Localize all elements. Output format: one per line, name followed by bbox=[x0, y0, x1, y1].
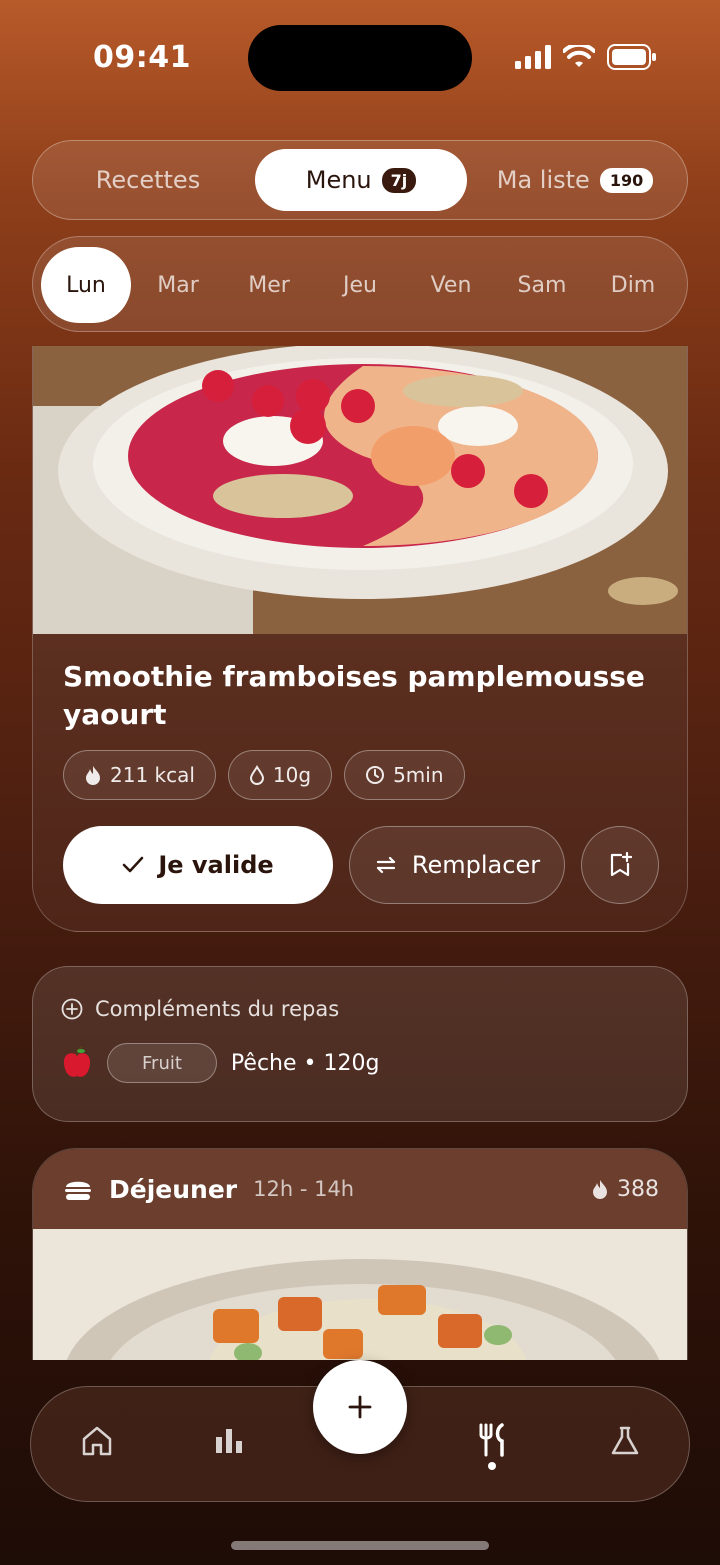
plus-icon bbox=[348, 1395, 372, 1419]
home-icon bbox=[82, 1426, 112, 1456]
day-ven[interactable]: Ven bbox=[406, 247, 496, 323]
tab-ma-liste-label: Ma liste bbox=[496, 166, 590, 194]
check-icon bbox=[123, 856, 144, 873]
validate-button-label: Je valide bbox=[158, 851, 274, 879]
burger-icon bbox=[65, 1181, 91, 1200]
bookmark-add-button[interactable] bbox=[581, 826, 659, 904]
clock-icon bbox=[366, 766, 385, 784]
chip-kcal: 211 kcal bbox=[63, 750, 216, 800]
complement-tag: Fruit bbox=[107, 1043, 217, 1083]
nav-lab[interactable] bbox=[605, 1421, 645, 1461]
tab-ma-liste[interactable]: Ma liste 190 bbox=[477, 149, 673, 211]
tab-menu-label: Menu bbox=[305, 166, 372, 194]
nav-stats[interactable] bbox=[209, 1421, 249, 1461]
complement-item[interactable]: Fruit Pêche • 120g bbox=[61, 1043, 379, 1083]
flask-icon bbox=[611, 1426, 639, 1455]
drop-icon bbox=[249, 765, 264, 785]
day-sam[interactable]: Sam bbox=[497, 247, 587, 323]
flame-icon bbox=[593, 1180, 607, 1199]
day-lun[interactable]: Lun bbox=[41, 247, 131, 323]
active-indicator-dot bbox=[488, 1462, 496, 1470]
plus-circle-icon bbox=[61, 998, 83, 1020]
top-tabs: Recettes Menu 7j Ma liste 190 bbox=[32, 140, 688, 220]
day-selector: Lun Mar Mer Jeu Ven Sam Dim bbox=[32, 236, 688, 332]
complement-value: Pêche • 120g bbox=[230, 1050, 380, 1076]
complements-header: Compléments du repas bbox=[61, 997, 339, 1021]
day-dim[interactable]: Dim bbox=[588, 247, 678, 323]
day-mar[interactable]: Mar bbox=[133, 247, 223, 323]
lunch-time: 12h - 14h bbox=[253, 1177, 355, 1201]
tab-recettes-label: Recettes bbox=[95, 166, 201, 194]
tab-recettes[interactable]: Recettes bbox=[53, 149, 243, 211]
wifi-icon bbox=[563, 45, 595, 67]
day-mer[interactable]: Mer bbox=[224, 247, 314, 323]
chip-fat: 10g bbox=[227, 750, 333, 800]
meal-chips: 211 kcal 10g 5min bbox=[63, 750, 465, 800]
home-indicator[interactable] bbox=[231, 1541, 489, 1550]
chip-time-value: 5min bbox=[393, 763, 444, 787]
flame-icon bbox=[86, 766, 100, 785]
complements-card[interactable]: Compléments du repas Fruit Pêche • 120g bbox=[32, 966, 688, 1122]
meal-card[interactable]: Smoothie framboises pamplemousse yaourt … bbox=[32, 346, 688, 932]
chip-kcal-value: 211 kcal bbox=[110, 763, 195, 787]
replace-button-label: Remplacer bbox=[411, 851, 541, 879]
complements-title: Compléments du repas bbox=[95, 997, 340, 1021]
bookmark-add-icon bbox=[610, 852, 632, 877]
status-icons bbox=[515, 44, 657, 70]
nav-menu[interactable] bbox=[473, 1421, 513, 1461]
fork-knife-icon bbox=[479, 1423, 504, 1457]
tab-menu[interactable]: Menu 7j bbox=[255, 149, 467, 211]
day-jeu[interactable]: Jeu bbox=[315, 247, 405, 323]
signal-icon bbox=[515, 45, 551, 69]
nav-home[interactable] bbox=[77, 1421, 117, 1461]
add-button[interactable] bbox=[313, 1360, 407, 1454]
chip-time: 5min bbox=[344, 750, 465, 800]
status-time: 09:41 bbox=[93, 40, 191, 75]
meal-title: Smoothie framboises pamplemousse yaourt bbox=[63, 660, 645, 731]
meal-actions: Je valide Remplacer bbox=[63, 826, 659, 904]
battery-icon bbox=[607, 44, 656, 70]
lunch-photo[interactable] bbox=[33, 1229, 687, 1360]
replace-button[interactable]: Remplacer bbox=[349, 826, 565, 904]
lunch-kcal-value: 388 bbox=[617, 1176, 659, 1202]
risotto-illustration bbox=[33, 1229, 687, 1360]
tab-menu-badge: 7j bbox=[381, 167, 417, 193]
recipe-photo[interactable] bbox=[33, 346, 687, 634]
swap-icon bbox=[376, 856, 396, 874]
lunch-title: Déjeuner bbox=[109, 1174, 238, 1204]
validate-button[interactable]: Je valide bbox=[63, 826, 333, 904]
lunch-header: Déjeuner 12h - 14h 388 bbox=[33, 1149, 687, 1229]
lunch-kcal: 388 bbox=[591, 1177, 659, 1202]
tab-ma-liste-badge: 190 bbox=[599, 167, 654, 193]
dynamic-island bbox=[248, 25, 472, 91]
chip-fat-value: 10g bbox=[272, 763, 312, 787]
bar-chart-icon bbox=[216, 1429, 242, 1453]
apple-icon bbox=[63, 1046, 91, 1077]
lunch-card[interactable]: Déjeuner 12h - 14h 388 bbox=[32, 1148, 688, 1360]
smoothie-bowl-illustration bbox=[33, 346, 687, 634]
